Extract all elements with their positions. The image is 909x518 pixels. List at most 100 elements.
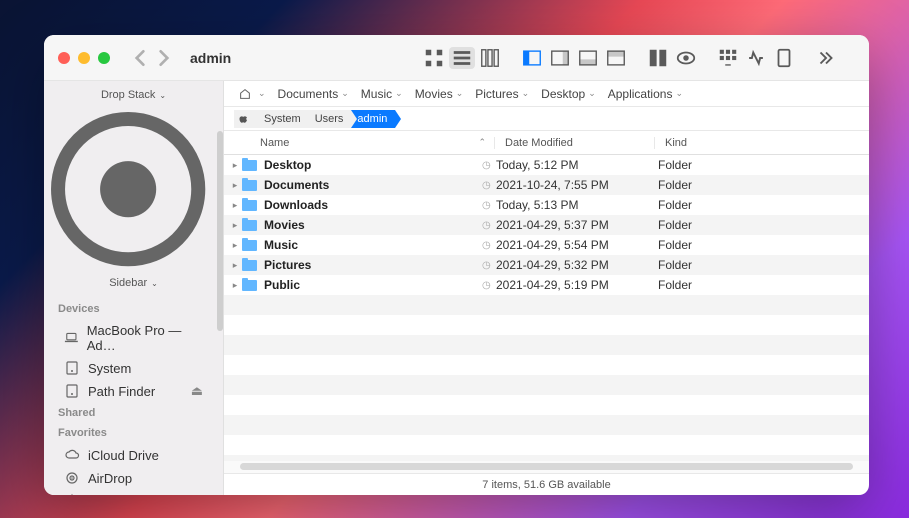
sidebar-toggle[interactable]: Sidebar ⌄ bbox=[44, 275, 223, 291]
path-segment-admin[interactable]: admin bbox=[351, 110, 395, 128]
path-segment-Users[interactable]: Users bbox=[309, 110, 352, 128]
favorite-Desktop[interactable]: Desktop⌄ bbox=[537, 85, 600, 103]
icon-view-button[interactable] bbox=[421, 47, 447, 69]
favorite-home[interactable]: ⌄ bbox=[234, 85, 270, 103]
empty-row bbox=[224, 375, 869, 395]
sidebar-item-system[interactable]: System bbox=[50, 357, 217, 379]
chevron-down-icon: ⌄ bbox=[588, 88, 596, 99]
column-name[interactable]: Name⌃ bbox=[224, 137, 494, 149]
sidebar-heading: Shared bbox=[44, 403, 223, 423]
nav-buttons bbox=[130, 47, 174, 69]
folder-icon bbox=[242, 158, 260, 172]
favorites-bar: ⌄ Documents⌄Music⌄Movies⌄Pictures⌄Desktop… bbox=[224, 81, 869, 107]
sidebar-item-label: iCloud Drive bbox=[88, 448, 159, 463]
path-segment-System[interactable]: System bbox=[258, 110, 309, 128]
folder-icon bbox=[242, 258, 260, 272]
file-row[interactable]: ▸ Pictures◷2021-04-29, 5:32 PMFolder bbox=[224, 255, 869, 275]
file-row[interactable]: ▸Desktop◷Today, 5:12 PMFolder bbox=[224, 155, 869, 175]
disk-icon bbox=[64, 383, 80, 399]
sidebar-item-macbook-pro-ad-[interactable]: MacBook Pro — Ad… bbox=[50, 320, 217, 356]
panel-bottom-button[interactable] bbox=[575, 47, 601, 69]
action-button[interactable] bbox=[743, 47, 769, 69]
tag-button[interactable] bbox=[771, 47, 797, 69]
file-kind: Folder bbox=[652, 278, 869, 292]
column-date[interactable]: Date Modified bbox=[494, 137, 654, 149]
clock-icon: ◷ bbox=[482, 260, 496, 271]
disclosure-triangle-icon[interactable]: ▸ bbox=[224, 160, 238, 171]
file-name: Desktop bbox=[264, 158, 482, 172]
preview-button[interactable] bbox=[673, 47, 699, 69]
sidebar-item-label: Path Finder bbox=[88, 384, 155, 399]
file-row[interactable]: ▸Music◷2021-04-29, 5:54 PMFolder bbox=[224, 235, 869, 255]
chevron-down-icon: ⌄ bbox=[456, 88, 464, 99]
file-date: 2021-04-29, 5:19 PM bbox=[496, 278, 652, 292]
path-segment-apple[interactable] bbox=[234, 110, 258, 128]
file-name: Movies bbox=[264, 218, 482, 232]
favorite-Applications[interactable]: Applications⌄ bbox=[604, 85, 687, 103]
file-date: 2021-04-29, 5:32 PM bbox=[496, 258, 652, 272]
column-view-button[interactable] bbox=[477, 47, 503, 69]
file-list[interactable]: ▸Desktop◷Today, 5:12 PMFolder▸Documents◷… bbox=[224, 155, 869, 461]
column-kind[interactable]: Kind bbox=[654, 137, 869, 149]
disclosure-triangle-icon[interactable]: ▸ bbox=[224, 180, 238, 191]
disclosure-triangle-icon[interactable]: ▸ bbox=[224, 260, 238, 271]
favorite-Movies[interactable]: Movies⌄ bbox=[411, 85, 468, 103]
file-name: Pictures bbox=[264, 258, 482, 272]
folder-icon bbox=[242, 278, 260, 292]
disclosure-triangle-icon[interactable]: ▸ bbox=[224, 240, 238, 251]
minimize-button[interactable] bbox=[78, 52, 90, 64]
back-button[interactable] bbox=[130, 47, 150, 69]
sidebar-item-label: MacBook Pro — Ad… bbox=[87, 323, 203, 353]
dual-pane-button[interactable] bbox=[645, 47, 671, 69]
sidebar-item-icloud-drive[interactable]: iCloud Drive bbox=[50, 444, 217, 466]
file-date: Today, 5:13 PM bbox=[496, 198, 652, 212]
file-name: Documents bbox=[264, 178, 482, 192]
overflow-button[interactable] bbox=[813, 47, 839, 69]
arrange-button[interactable] bbox=[715, 47, 741, 69]
sidebar-scrollbar[interactable] bbox=[217, 131, 223, 331]
disclosure-triangle-icon[interactable]: ▸ bbox=[224, 220, 238, 231]
drop-stack-button[interactable]: Drop Stack ⌄ bbox=[44, 87, 223, 103]
chevron-down-icon: ⌄ bbox=[258, 88, 266, 99]
list-view-button[interactable] bbox=[449, 47, 475, 69]
folder-icon bbox=[242, 198, 260, 212]
eject-icon[interactable]: ⏏ bbox=[191, 383, 203, 399]
sidebar-right-button[interactable] bbox=[547, 47, 573, 69]
file-row[interactable]: ▸Public◷2021-04-29, 5:19 PMFolder bbox=[224, 275, 869, 295]
disclosure-triangle-icon[interactable]: ▸ bbox=[224, 280, 238, 291]
favorite-Documents[interactable]: Documents⌄ bbox=[274, 85, 353, 103]
sidebar-left-button[interactable] bbox=[519, 47, 545, 69]
file-kind: Folder bbox=[652, 258, 869, 272]
empty-row bbox=[224, 335, 869, 355]
file-kind: Folder bbox=[652, 218, 869, 232]
sidebar-item-label: Applications bbox=[88, 494, 158, 495]
target-button[interactable]: ⌄ bbox=[44, 103, 223, 275]
zoom-button[interactable] bbox=[98, 52, 110, 64]
file-row[interactable]: ▸Movies◷2021-04-29, 5:37 PMFolder bbox=[224, 215, 869, 235]
home-icon bbox=[238, 87, 252, 101]
file-name: Music bbox=[264, 238, 482, 252]
favorite-Music[interactable]: Music⌄ bbox=[357, 85, 407, 103]
column-headers: Name⌃ Date Modified Kind bbox=[224, 131, 869, 155]
sidebar-item-path-finder[interactable]: Path Finder ⏏ bbox=[50, 380, 217, 402]
sidebar-heading: Devices bbox=[44, 299, 223, 319]
favorite-Pictures[interactable]: Pictures⌄ bbox=[471, 85, 533, 103]
clock-icon: ◷ bbox=[482, 280, 496, 291]
sidebar-item-applications[interactable]: Applications bbox=[50, 490, 217, 495]
chevron-down-icon: ⌄ bbox=[522, 88, 530, 99]
chevron-down-icon: ⌄ bbox=[395, 88, 403, 99]
chevron-down-icon: ⌄ bbox=[675, 88, 683, 99]
panel-top-button[interactable] bbox=[603, 47, 629, 69]
disclosure-triangle-icon[interactable]: ▸ bbox=[224, 200, 238, 211]
apps-icon bbox=[64, 493, 80, 495]
traffic-lights bbox=[58, 52, 110, 64]
file-row[interactable]: ▸Downloads◷Today, 5:13 PMFolder bbox=[224, 195, 869, 215]
forward-button[interactable] bbox=[154, 47, 174, 69]
sidebar-toggle-group bbox=[519, 47, 629, 69]
close-button[interactable] bbox=[58, 52, 70, 64]
file-row[interactable]: ▸Documents◷2021-10-24, 7:55 PMFolder bbox=[224, 175, 869, 195]
file-kind: Folder bbox=[652, 178, 869, 192]
file-kind: Folder bbox=[652, 198, 869, 212]
sidebar-item-airdrop[interactable]: AirDrop bbox=[50, 467, 217, 489]
horizontal-scrollbar[interactable] bbox=[224, 461, 869, 473]
